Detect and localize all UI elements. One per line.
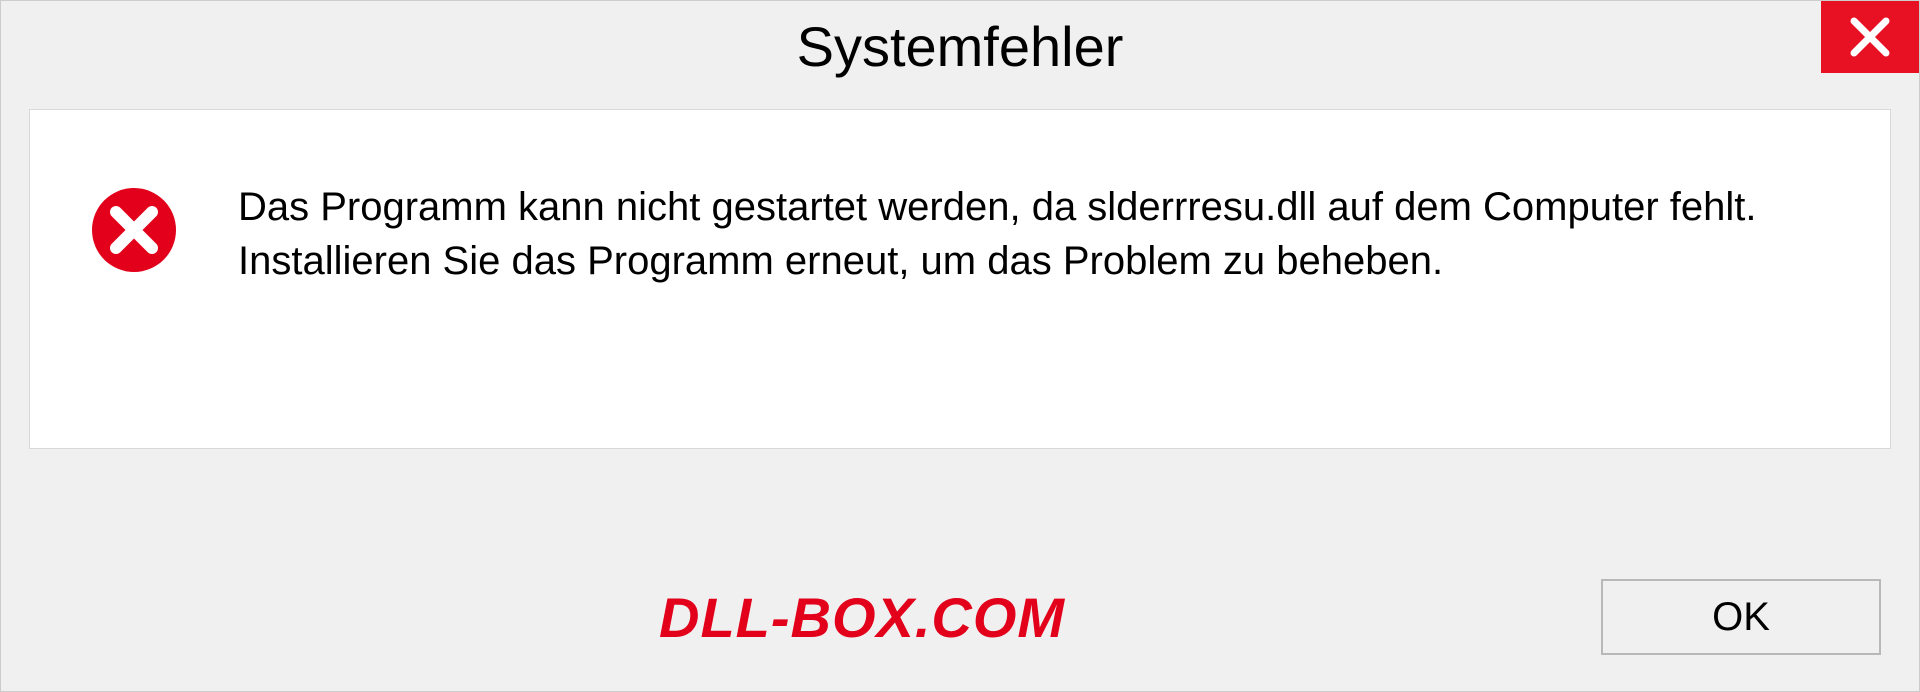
content-panel: Das Programm kann nicht gestartet werden… (29, 109, 1891, 449)
error-icon (90, 186, 178, 274)
dialog-title: Systemfehler (797, 14, 1124, 79)
error-dialog: Systemfehler Das Programm kann nicht ges… (0, 0, 1920, 692)
close-button[interactable] (1821, 1, 1919, 73)
ok-button[interactable]: OK (1601, 579, 1881, 655)
footer: DLL-BOX.COM OK (39, 579, 1881, 655)
titlebar: Systemfehler (1, 1, 1919, 91)
error-message: Das Programm kann nicht gestartet werden… (238, 180, 1798, 288)
close-icon (1848, 15, 1892, 59)
watermark-text: DLL-BOX.COM (659, 585, 1065, 650)
